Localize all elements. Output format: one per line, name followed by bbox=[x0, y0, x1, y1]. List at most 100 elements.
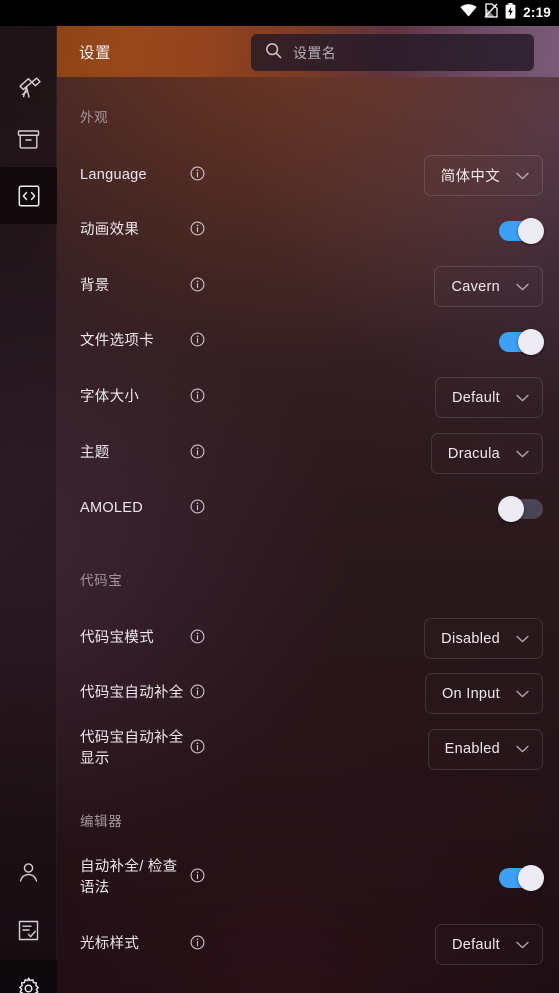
chevron-down-icon bbox=[516, 278, 529, 296]
chevron-down-icon bbox=[516, 389, 529, 407]
toggle-knob bbox=[498, 496, 524, 522]
app-header: 设置 设置名 bbox=[57, 26, 559, 77]
info-icon[interactable] bbox=[190, 868, 205, 888]
autocomplete-syntax-toggle[interactable] bbox=[499, 865, 544, 892]
toggle-knob bbox=[518, 329, 544, 355]
setting-label: Language bbox=[80, 166, 147, 183]
info-icon[interactable] bbox=[190, 499, 205, 519]
setting-control[interactable]: Dracula bbox=[430, 433, 543, 474]
cursor-style-dropdown[interactable]: Default bbox=[434, 924, 543, 966]
sidebar-item-tasks[interactable] bbox=[0, 902, 57, 959]
info-icon[interactable] bbox=[190, 221, 205, 241]
setting-label: 代码宝自动补全显示 bbox=[80, 730, 184, 768]
section-header-editor: 编辑器 bbox=[80, 814, 123, 830]
setting-label: 光标样式 bbox=[80, 936, 140, 953]
settings-screen: 2:19 设置 设置名 外观 Language 简体中文 动画效果 背景 Cav… bbox=[0, 0, 559, 993]
info-icon[interactable] bbox=[190, 629, 205, 649]
setting-control[interactable]: Cavern bbox=[434, 266, 543, 307]
no-sim-icon bbox=[484, 3, 498, 23]
left-sidebar bbox=[0, 26, 57, 993]
theme-dropdown[interactable]: Dracula bbox=[430, 433, 543, 474]
info-icon[interactable] bbox=[190, 166, 205, 186]
setting-row-autocomplete-syntax[interactable]: 自动补全/ 检查语法 bbox=[57, 857, 559, 899]
search-icon bbox=[265, 42, 282, 64]
setting-label: 文件选项卡 bbox=[80, 333, 154, 350]
search-placeholder: 设置名 bbox=[293, 44, 337, 61]
sidebar-item-account[interactable] bbox=[0, 844, 57, 901]
language-dropdown[interactable]: 简体中文 bbox=[423, 155, 543, 196]
chevron-down-icon bbox=[516, 936, 529, 954]
sidebar-item-archive[interactable] bbox=[0, 111, 57, 168]
info-icon[interactable] bbox=[190, 684, 205, 704]
info-icon[interactable] bbox=[190, 739, 205, 759]
setting-row-theme[interactable]: 主题 Dracula bbox=[57, 433, 559, 474]
setting-control[interactable]: Default bbox=[434, 924, 543, 966]
info-icon[interactable] bbox=[190, 935, 205, 955]
section-header-appearance: 外观 bbox=[80, 110, 109, 125]
setting-control[interactable]: Disabled bbox=[424, 618, 543, 659]
setting-row-codebao-autocomplete-display[interactable]: 代码宝自动补全显示 Enabled bbox=[57, 728, 559, 770]
setting-row-amoled[interactable]: AMOLED bbox=[57, 489, 559, 529]
codebao-mode-dropdown[interactable]: Disabled bbox=[424, 618, 543, 659]
dropdown-value: 简体中文 bbox=[440, 169, 500, 185]
setting-label: 代码宝模式 bbox=[80, 629, 154, 646]
setting-label: AMOLED bbox=[80, 500, 144, 517]
setting-label: 动画效果 bbox=[80, 222, 140, 239]
setting-row-codebao-autocomplete[interactable]: 代码宝自动补全 On Input bbox=[57, 673, 559, 714]
font-size-dropdown[interactable]: Default bbox=[434, 377, 543, 418]
sidebar-item-settings[interactable] bbox=[0, 960, 57, 993]
dropdown-value: Cavern bbox=[451, 278, 500, 295]
search-input[interactable]: 设置名 bbox=[251, 34, 534, 71]
sidebar-item-code[interactable] bbox=[0, 167, 57, 224]
settings-list[interactable]: 外观 Language 简体中文 动画效果 背景 Cavern 文件选项卡 字体… bbox=[57, 77, 559, 993]
setting-control[interactable] bbox=[499, 218, 544, 244]
codebao-autocomplete-display-dropdown[interactable]: Enabled bbox=[427, 728, 543, 770]
chevron-down-icon bbox=[516, 167, 529, 185]
file-tabs-toggle[interactable] bbox=[499, 329, 544, 355]
setting-control[interactable]: 简体中文 bbox=[423, 155, 543, 196]
setting-control[interactable]: Enabled bbox=[427, 728, 543, 770]
setting-label: 字体大小 bbox=[80, 388, 140, 405]
setting-row-animation[interactable]: 动画效果 bbox=[57, 211, 559, 251]
chevron-down-icon bbox=[516, 445, 529, 463]
amoled-toggle[interactable] bbox=[498, 496, 543, 522]
sidebar-item-explore[interactable] bbox=[0, 59, 57, 116]
tasks-icon bbox=[16, 918, 41, 943]
codebao-autocomplete-dropdown[interactable]: On Input bbox=[424, 673, 543, 714]
setting-row-language[interactable]: Language 简体中文 bbox=[57, 155, 559, 196]
setting-row-cursor-style[interactable]: 光标样式 Default bbox=[57, 924, 559, 966]
account-icon bbox=[16, 860, 41, 885]
info-icon[interactable] bbox=[190, 444, 205, 464]
setting-control[interactable] bbox=[498, 496, 543, 522]
setting-label: 自动补全/ 检查语法 bbox=[80, 859, 178, 897]
setting-control[interactable]: On Input bbox=[424, 673, 543, 714]
setting-control[interactable]: Default bbox=[434, 377, 543, 418]
animation-toggle[interactable] bbox=[499, 218, 544, 244]
chevron-down-icon bbox=[516, 740, 529, 758]
setting-control[interactable] bbox=[499, 329, 544, 355]
info-icon[interactable] bbox=[190, 332, 205, 352]
setting-row-codebao-mode[interactable]: 代码宝模式 Disabled bbox=[57, 618, 559, 659]
dropdown-value: Disabled bbox=[441, 630, 500, 647]
setting-row-font-size[interactable]: 字体大小 Default bbox=[57, 377, 559, 418]
setting-row-background[interactable]: 背景 Cavern bbox=[57, 266, 559, 307]
setting-label: 背景 bbox=[80, 277, 110, 294]
dropdown-value: Default bbox=[451, 389, 500, 406]
setting-control[interactable] bbox=[499, 865, 544, 892]
info-icon[interactable] bbox=[190, 388, 205, 408]
telescope-icon bbox=[16, 75, 42, 101]
page-title: 设置 bbox=[79, 44, 112, 62]
setting-label: 代码宝自动补全 bbox=[80, 684, 184, 701]
archive-icon bbox=[16, 127, 41, 152]
wifi-icon bbox=[460, 4, 477, 22]
info-icon[interactable] bbox=[190, 277, 205, 297]
clock-label: 2:19 bbox=[523, 5, 551, 20]
section-header-codebao: 代码宝 bbox=[80, 573, 123, 588]
setting-row-file-tabs[interactable]: 文件选项卡 bbox=[57, 322, 559, 362]
battery-charging-icon bbox=[505, 2, 516, 24]
status-bar: 2:19 bbox=[0, 0, 559, 26]
chevron-down-icon bbox=[516, 630, 529, 648]
gear-icon bbox=[16, 976, 41, 993]
background-dropdown[interactable]: Cavern bbox=[434, 266, 543, 307]
toggle-knob bbox=[518, 865, 544, 892]
